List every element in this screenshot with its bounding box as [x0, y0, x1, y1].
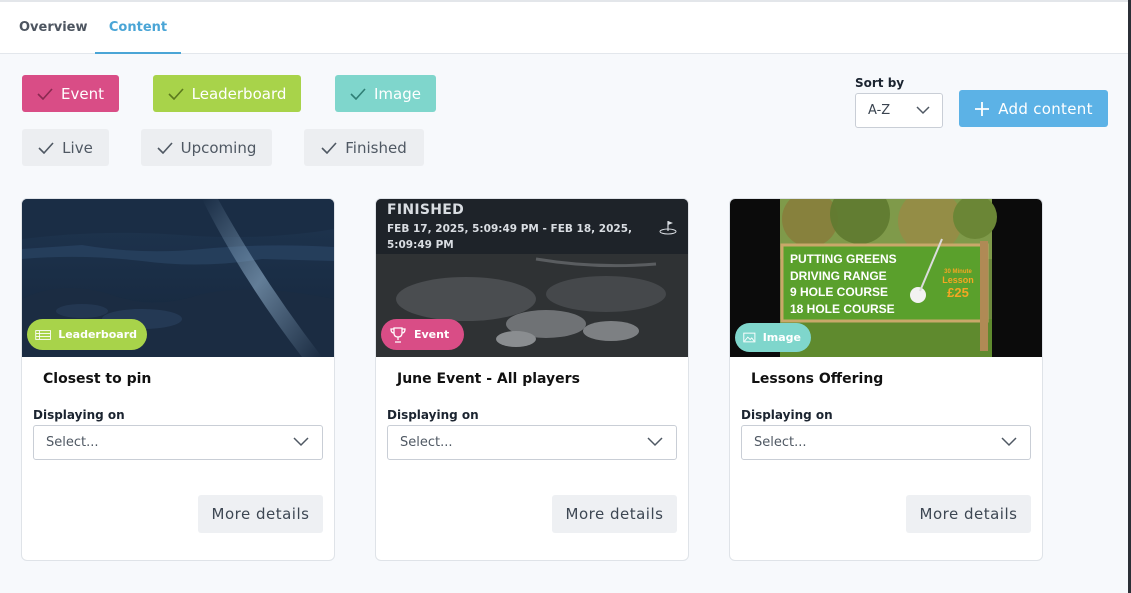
displaying-on-label: Displaying on — [387, 408, 479, 422]
card-thumbnail: PUTTING GREENS DRIVING RANGE 9 HOLE COUR… — [730, 199, 1042, 357]
filter-upcoming-chip[interactable]: Upcoming — [141, 129, 272, 166]
sort-select[interactable]: A-Z — [855, 93, 943, 128]
check-icon — [321, 141, 337, 154]
card-thumbnail: Leaderboard — [22, 199, 334, 357]
filter-image-chip[interactable]: Image — [335, 75, 436, 112]
filter-upcoming-label: Upcoming — [180, 138, 257, 157]
filter-finished-chip[interactable]: Finished — [304, 129, 424, 166]
event-status: FINISHED — [387, 202, 465, 218]
trophy-icon — [390, 326, 406, 343]
displaying-on-label: Displaying on — [33, 408, 125, 422]
sort-value: A-Z — [868, 103, 891, 118]
filter-live-label: Live — [62, 138, 93, 157]
filter-event-chip[interactable]: Event — [22, 75, 119, 112]
sign-line: DRIVING RANGE — [790, 268, 887, 283]
sign-promo: 30 Minute Lesson £25 — [940, 269, 976, 300]
sign-promo-line: £25 — [947, 285, 969, 300]
content-card: PUTTING GREENS DRIVING RANGE 9 HOLE COUR… — [729, 198, 1043, 561]
add-content-button[interactable]: Add content — [959, 90, 1108, 127]
display-select[interactable]: Select... — [33, 425, 323, 460]
event-date-range: FEB 17, 2025, 5:09:49 PM - FEB 18, 2025,… — [387, 223, 632, 251]
filter-event-label: Event — [61, 84, 104, 103]
image-icon — [743, 332, 756, 343]
content-card: FINISHED FEB 17, 2025, 5:09:49 PM - FEB … — [375, 198, 689, 561]
sign-line: 9 HOLE COURSE — [790, 285, 889, 299]
display-select[interactable]: Select... — [741, 425, 1031, 460]
type-badge-event: Event — [381, 319, 464, 350]
type-badge-image: Image — [735, 323, 811, 352]
content-card: Leaderboard Closest to pin Displaying on… — [21, 198, 335, 561]
check-icon — [38, 141, 54, 154]
more-details-button[interactable]: More details — [906, 495, 1031, 533]
card-title: Lessons Offering — [751, 371, 884, 387]
display-select-placeholder: Select... — [400, 435, 453, 450]
sort-label: Sort by — [855, 76, 905, 90]
sign-text-block: PUTTING GREENS DRIVING RANGE 9 HOLE COUR… — [790, 251, 897, 317]
filter-leaderboard-chip[interactable]: Leaderboard — [153, 75, 301, 112]
chevron-down-icon — [293, 437, 309, 447]
more-details-button[interactable]: More details — [552, 495, 677, 533]
plus-icon — [975, 101, 990, 116]
leaderboard-icon — [35, 329, 51, 340]
check-icon — [168, 87, 184, 100]
finished-banner: FINISHED FEB 17, 2025, 5:09:49 PM - FEB … — [376, 199, 688, 254]
tab-content[interactable]: Content — [95, 2, 181, 54]
filter-finished-label: Finished — [345, 138, 407, 157]
chevron-down-icon — [647, 437, 663, 447]
check-icon — [350, 87, 366, 100]
displaying-on-label: Displaying on — [741, 408, 833, 422]
check-icon — [157, 141, 173, 154]
check-icon — [37, 87, 53, 100]
display-select[interactable]: Select... — [387, 425, 677, 460]
filter-image-label: Image — [374, 84, 421, 103]
card-title: June Event - All players — [397, 371, 580, 387]
add-content-label: Add content — [998, 99, 1093, 118]
type-badge-leaderboard: Leaderboard — [27, 319, 147, 350]
display-select-placeholder: Select... — [46, 435, 99, 450]
filter-leaderboard-label: Leaderboard — [191, 84, 287, 103]
card-title: Closest to pin — [43, 371, 152, 387]
sign-promo-line: Lesson — [942, 275, 974, 285]
badge-label: Leaderboard — [58, 328, 137, 341]
badge-label: Image — [762, 331, 801, 344]
chevron-down-icon — [916, 106, 930, 115]
sign-line: 18 HOLE COURSE — [790, 301, 895, 316]
filter-live-chip[interactable]: Live — [22, 129, 109, 166]
sign-line: PUTTING GREENS — [790, 252, 897, 266]
more-details-button[interactable]: More details — [198, 495, 323, 533]
golf-flag-icon — [659, 221, 677, 235]
display-select-placeholder: Select... — [754, 435, 807, 450]
badge-label: Event — [414, 328, 450, 341]
tab-bar: Overview Content — [0, 2, 1128, 54]
chevron-down-icon — [1001, 437, 1017, 447]
tab-overview[interactable]: Overview — [19, 2, 88, 54]
card-thumbnail: FINISHED FEB 17, 2025, 5:09:49 PM - FEB … — [376, 199, 688, 357]
